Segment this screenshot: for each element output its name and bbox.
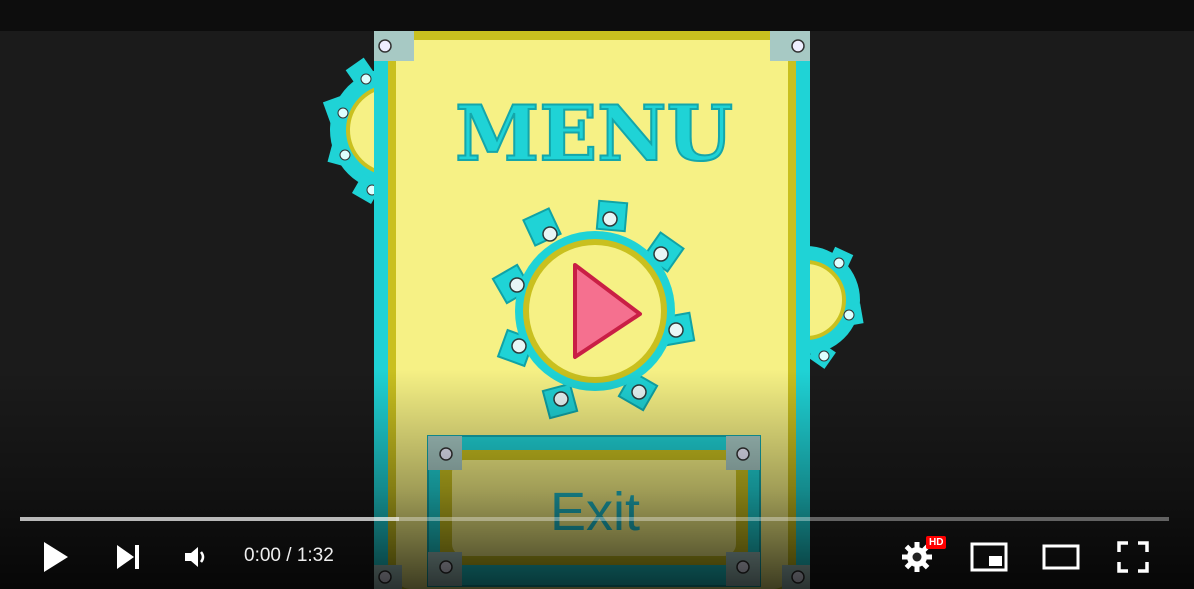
miniplayer-button[interactable] bbox=[966, 527, 1012, 587]
fullscreen-button[interactable] bbox=[1110, 527, 1156, 587]
menu-title: MENU bbox=[455, 89, 733, 178]
progress-bar[interactable] bbox=[20, 517, 1169, 521]
hd-badge: HD bbox=[926, 536, 947, 549]
player-controls: 0:00 / 1:32 HD bbox=[0, 527, 1194, 587]
theater-icon bbox=[1042, 544, 1080, 570]
game-menu-scene: MENU Exit bbox=[322, 31, 864, 589]
video-frame[interactable]: MENU Exit bbox=[0, 31, 1194, 589]
play-button[interactable] bbox=[34, 527, 78, 587]
video-player[interactable]: MENU Exit 0:00 / 1:32 HD bbox=[0, 0, 1194, 589]
play-icon bbox=[44, 542, 68, 572]
next-button[interactable] bbox=[106, 527, 150, 587]
next-icon bbox=[117, 545, 139, 569]
progress-buffered bbox=[20, 517, 400, 521]
volume-icon bbox=[185, 547, 205, 567]
time-display: 0:00 / 1:32 bbox=[244, 545, 334, 566]
theater-mode-button[interactable] bbox=[1038, 527, 1084, 587]
fullscreen-icon bbox=[1117, 541, 1149, 573]
volume-button[interactable] bbox=[174, 527, 218, 587]
miniplayer-icon bbox=[970, 542, 1008, 572]
